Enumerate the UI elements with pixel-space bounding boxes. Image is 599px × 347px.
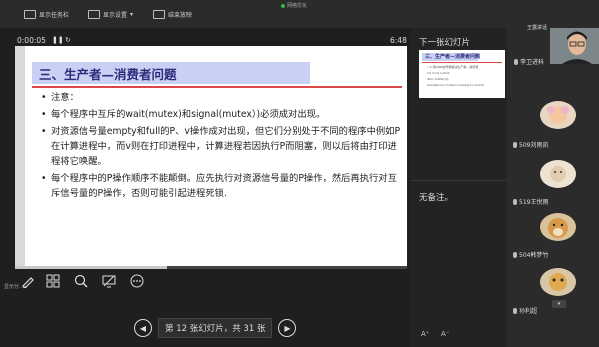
bullet-item: 每个程序中的P操作顺序不能颠倒。应先执行对资源信号量的P操作，然后再执行对互斥信… xyxy=(41,171,401,201)
mic-icon xyxy=(513,141,517,148)
host-video xyxy=(550,28,599,64)
slide-progress-bar xyxy=(15,266,407,269)
participant-name: 李卫进科 xyxy=(514,57,544,66)
chevron-down-icon: ▾ xyxy=(130,10,134,18)
bullet-item: 对资源信号量empty和full的P、v操作成对出现，但它们分别处于不同的程序中… xyxy=(41,124,401,169)
pause-icon[interactable]: ❚❚ xyxy=(52,36,64,44)
decrease-font-button[interactable]: A⁻ xyxy=(441,330,449,338)
increase-font-button[interactable]: A⁺ xyxy=(421,330,429,338)
end-show-label: 结束放映 xyxy=(168,11,193,19)
chevron-down-icon[interactable]: ▾ xyxy=(552,300,566,308)
elapsed-timer: 0:00:05 xyxy=(17,36,46,45)
mic-icon xyxy=(514,58,518,65)
progress-fill xyxy=(15,266,167,269)
display-settings-label: 显示设置 xyxy=(103,11,128,19)
host-name: 李卫进科 xyxy=(520,59,545,66)
thumb-title: 三、生产者—消费者问题 xyxy=(425,54,481,60)
show-taskbar-label: 显示任务栏 xyxy=(39,11,70,19)
pane-divider xyxy=(411,180,507,181)
bullet-item: 注意： xyxy=(41,90,401,105)
slides-grid-icon[interactable] xyxy=(44,272,62,290)
network-status-label: 网络优化 xyxy=(287,3,308,9)
more-options-icon[interactable] xyxy=(128,272,146,290)
participant-name: 504韩梦竹 xyxy=(513,250,548,259)
participant-name: 孙利超 xyxy=(513,306,537,315)
status-dot-icon xyxy=(281,3,285,8)
display-settings-button[interactable]: 显示设置 ▾ xyxy=(88,6,133,22)
thumb-line: int in=0,out=0; xyxy=(427,71,451,75)
end-show-icon xyxy=(153,9,165,19)
next-slide-button[interactable]: ▶ xyxy=(278,319,297,337)
speaker-label: 王露讲话 xyxy=(527,25,548,31)
slide-body: 注意： 每个程序中互斥的wait(mutex)和signal(mutex）)必须… xyxy=(41,90,401,201)
show-taskbar-button[interactable]: 显示任务栏 xyxy=(24,6,69,22)
end-show-button[interactable]: 结束放映 xyxy=(153,6,192,22)
share-status: 显示分... xyxy=(4,284,24,290)
thumb-line: item buffer[n]; xyxy=(427,77,449,81)
participant-label: 孙利超 xyxy=(519,308,538,315)
mic-icon xyxy=(513,198,517,205)
thumb-line: • 2.用AND信号量解决生产者—消费者 xyxy=(427,65,479,69)
slide-title: 三、生产者—消费者问题 xyxy=(39,67,177,82)
thumb-line: Semaphore mutex=1,empty=n,full=0 xyxy=(427,83,485,87)
zoom-icon[interactable] xyxy=(72,272,90,290)
monitor-icon xyxy=(88,9,100,19)
reset-timer-icon[interactable]: ↻ xyxy=(65,36,71,44)
participant-name: 509刘雨凯 xyxy=(513,140,548,149)
participant-label: 504韩梦竹 xyxy=(519,252,549,259)
next-slide-label: 下一张幻灯片 xyxy=(419,38,471,48)
thumb-underline xyxy=(422,62,502,63)
clock: 6:48 xyxy=(390,36,407,45)
mic-icon xyxy=(513,307,517,314)
title-underline xyxy=(32,86,402,88)
avatar[interactable] xyxy=(540,160,576,188)
notes-text: 无备注。 xyxy=(419,193,454,203)
previous-slide-button[interactable]: ◀ xyxy=(134,319,152,337)
network-status: 网络优化 xyxy=(281,2,307,9)
participant-label: 519王悦雨 xyxy=(519,199,549,206)
participant-name: 519王悦雨 xyxy=(513,197,548,206)
avatar[interactable] xyxy=(540,213,576,241)
avatar[interactable] xyxy=(540,268,576,296)
next-slide-pane: 下一张幻灯片 三、生产者—消费者问题 • 2.用AND信号量解决生产者—消费者 … xyxy=(411,28,507,347)
bullet-item: 每个程序中互斥的wait(mutex)和signal(mutex）)必须成对出现… xyxy=(41,107,401,122)
participant-label: 509刘雨凯 xyxy=(519,142,549,149)
next-slide-thumbnail[interactable]: 三、生产者—消费者问题 • 2.用AND信号量解决生产者—消费者 int in=… xyxy=(419,50,505,98)
avatar[interactable] xyxy=(540,101,576,129)
current-slide: 三、生产者—消费者问题 注意： 每个程序中互斥的wait(mutex)和sign… xyxy=(15,46,407,266)
mic-icon xyxy=(513,251,517,258)
slide-navigation: ◀ 第 12 张幻灯片，共 31 张 ▶ xyxy=(134,318,297,338)
taskbar-icon xyxy=(24,9,36,19)
slide-counter: 第 12 张幻灯片，共 31 张 xyxy=(158,318,273,338)
slide-side-bar xyxy=(15,46,25,266)
black-screen-icon[interactable] xyxy=(100,272,118,290)
